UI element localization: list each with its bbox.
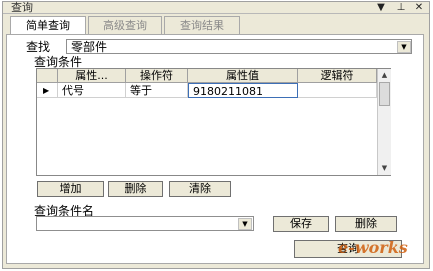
column-header-logic[interactable]: 逻辑符	[298, 69, 377, 83]
column-header-operator[interactable]: 操作符	[126, 69, 188, 83]
scroll-up-icon[interactable]: ▲	[378, 69, 391, 81]
condition-name-select[interactable]: ▼	[36, 216, 254, 231]
tab-simple-query[interactable]: 简单查询	[10, 16, 86, 35]
add-condition-button[interactable]: 增加	[37, 181, 104, 197]
row-attribute[interactable]: 代号	[58, 83, 126, 98]
conditions-label: 查询条件	[34, 55, 83, 69]
clear-conditions-button[interactable]: 清除	[169, 181, 231, 197]
scroll-down-icon[interactable]: ▼	[378, 162, 391, 174]
close-icon[interactable]: ✕	[413, 2, 425, 14]
chevron-down-icon[interactable]: ▼	[397, 41, 411, 53]
search-label: 查找	[26, 40, 51, 54]
row-header-corner	[37, 69, 58, 83]
search-type-select[interactable]: 零部件 ▼	[66, 39, 412, 54]
vertical-scrollbar[interactable]: ▲ ▼	[377, 69, 391, 175]
row-logic[interactable]	[298, 83, 377, 98]
chevron-down-icon[interactable]: ▼	[238, 218, 252, 230]
row-value-input[interactable]: 9180211081	[188, 83, 298, 98]
watermark-logo: e-works	[338, 238, 408, 257]
title-bar: 查询 ▼ ⊥ ✕	[3, 2, 429, 14]
search-type-value: 零部件	[71, 40, 108, 54]
dropdown-icon[interactable]: ▼	[375, 2, 387, 14]
pin-icon[interactable]: ⊥	[395, 2, 407, 14]
scroll-thumb[interactable]	[379, 82, 390, 106]
save-button[interactable]: 保存	[273, 216, 329, 232]
delete-condition-name-button[interactable]: 删除	[335, 216, 397, 232]
window-title: 查询	[11, 1, 33, 14]
delete-condition-button[interactable]: 删除	[108, 181, 163, 197]
row-selector-icon: ▶	[37, 83, 58, 98]
column-header-value[interactable]: 属性值	[188, 69, 298, 83]
conditions-grid: 属性... 操作符 属性值 逻辑符 ▶ 代号 等于 9180211081 ▲ ▼	[36, 68, 391, 176]
column-header-attribute[interactable]: 属性...	[58, 69, 126, 83]
tab-query-results[interactable]: 查询结果	[164, 16, 240, 34]
tab-advanced-query[interactable]: 高级查询	[88, 16, 162, 34]
row-operator[interactable]: 等于	[126, 83, 188, 98]
